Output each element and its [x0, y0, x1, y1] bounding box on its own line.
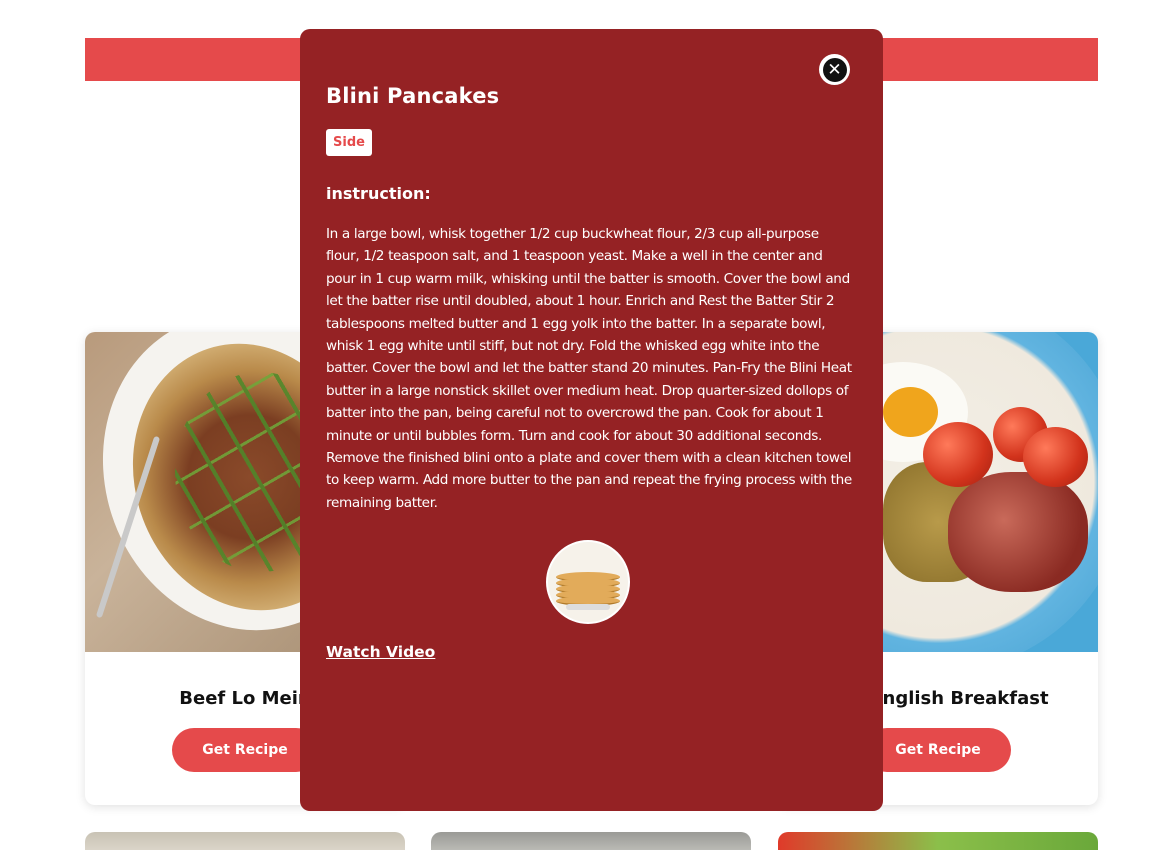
recipe-card-image-partial — [778, 832, 1098, 850]
get-recipe-button[interactable]: Get Recipe — [172, 728, 318, 772]
recipe-thumbnail — [546, 540, 630, 624]
close-button[interactable]: ✕ — [819, 54, 850, 85]
recipe-card-image-partial — [85, 832, 405, 850]
modal-title: Blini Pancakes — [326, 84, 500, 108]
close-icon: ✕ — [822, 57, 847, 82]
watch-video-link[interactable]: Watch Video — [326, 643, 435, 661]
recipe-card-image-partial — [431, 832, 751, 850]
instruction-heading: instruction: — [326, 184, 431, 203]
get-recipe-button[interactable]: Get Recipe — [865, 728, 1011, 772]
recipe-modal: ✕ Blini Pancakes Side instruction: In a … — [300, 29, 883, 811]
category-badge: Side — [326, 129, 372, 156]
instruction-text: In a large bowl, whisk together 1/2 cup … — [326, 226, 852, 511]
